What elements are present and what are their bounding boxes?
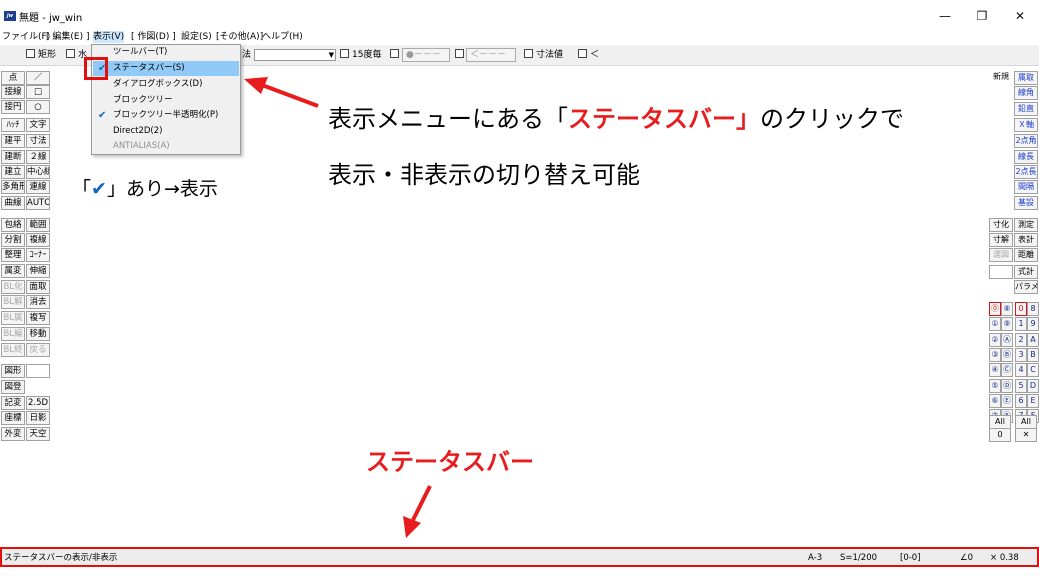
- annotation-check-note: 「✔」あり→表示: [72, 178, 218, 200]
- check-icon: ✔: [91, 178, 107, 200]
- annotation-line1: 表示メニューにある「ステータスバー」のクリックで: [328, 105, 904, 133]
- status-paper[interactable]: A-3: [808, 552, 822, 564]
- arrow-to-statusbar: [403, 485, 432, 538]
- annotation-arrows: [244, 77, 432, 538]
- status-angle[interactable]: ∠0: [960, 552, 973, 564]
- annotation-line2: 表示・非表示の切り替え可能: [328, 161, 640, 189]
- status-message: ステータスバーの表示/非表示: [4, 553, 118, 563]
- arrow-to-menu: [244, 77, 319, 108]
- status-zoom[interactable]: × 0.38: [990, 552, 1019, 564]
- status-scale[interactable]: S=1/200: [840, 552, 877, 564]
- status-layer[interactable]: [0-0]: [900, 552, 921, 564]
- bottom-strip: [0, 567, 1039, 577]
- annotation-statusbar-label: ステータスバー: [366, 448, 534, 476]
- status-bar: ステータスバーの表示/非表示 A-3 S=1/200 [0-0] ∠0 × 0.…: [0, 547, 1039, 567]
